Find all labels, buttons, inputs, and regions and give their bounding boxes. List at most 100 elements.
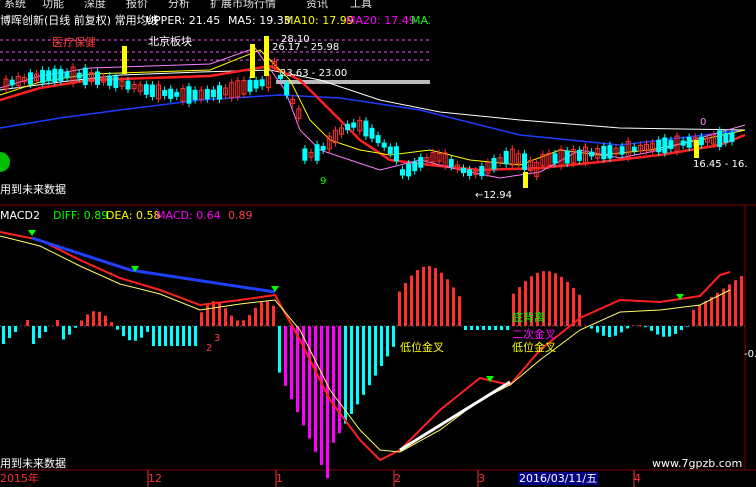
macd-bar — [608, 326, 611, 337]
candle-body — [656, 139, 662, 153]
macd-bar — [494, 326, 497, 330]
macd-bar — [236, 320, 239, 326]
candle-body — [351, 122, 357, 128]
macd-bar — [590, 326, 593, 329]
candle-body — [412, 161, 418, 172]
candle-body — [46, 70, 52, 82]
macd-bar — [242, 320, 245, 326]
candle-body — [418, 156, 424, 168]
candle-body — [607, 145, 613, 159]
left-indicator-circle — [0, 152, 10, 172]
candle-body — [27, 72, 33, 85]
macd-bar — [152, 326, 155, 346]
axis-cursor-date[interactable]: 2016/03/11/五 — [518, 472, 599, 485]
macd-bar — [686, 326, 689, 327]
signal-bottom-divergence: 底背离 — [512, 311, 545, 324]
macd-bar — [386, 326, 389, 357]
candle-body — [302, 148, 308, 161]
macd-bar — [170, 326, 173, 346]
macd-right-axis: -0. — [744, 349, 756, 360]
signal-low-golden-cross-1: 低位金叉 — [400, 341, 444, 354]
candle-body — [345, 123, 351, 131]
candle-body — [668, 140, 674, 149]
candle-body — [363, 120, 369, 137]
macd-bar — [284, 326, 287, 386]
macd-bar — [98, 311, 101, 326]
macd-bar — [194, 326, 197, 346]
macd-bar — [680, 326, 683, 331]
bottom-divergence-line — [399, 380, 511, 452]
axis-label-4: 4 — [634, 472, 641, 485]
candle-body — [284, 83, 290, 96]
sector-label-beijing: 北京板块 — [148, 35, 192, 48]
macd-bar — [740, 276, 743, 326]
chart-canvas — [0, 36, 756, 487]
macd-bar — [398, 291, 401, 326]
future-data-watermark-bottom: 用到未来数据 — [0, 457, 66, 470]
macd-bar — [32, 326, 35, 344]
candle-body — [125, 80, 131, 90]
macd-bar — [410, 275, 413, 326]
macd-bar — [8, 326, 11, 338]
macd-bar — [380, 326, 383, 366]
candle-body — [503, 150, 509, 165]
candle-body — [168, 88, 174, 99]
candle-body — [589, 151, 595, 157]
signal-arrow — [28, 230, 36, 236]
candle-body — [143, 84, 149, 95]
macd-bar — [302, 326, 305, 426]
candle-body — [393, 146, 399, 162]
macd-number-2: 2 — [206, 343, 213, 354]
macd-bar — [716, 292, 719, 326]
macd-bar — [74, 326, 77, 328]
candle-body — [467, 169, 473, 176]
macd-bar — [614, 326, 617, 336]
macd-bar — [230, 315, 233, 326]
macd-bar — [560, 276, 563, 326]
macd-bar — [62, 326, 65, 340]
price-label-right: 16.45 - 16. — [693, 159, 748, 170]
sector-label-medical: 医疗保健 — [52, 36, 96, 49]
macd-bar — [416, 269, 419, 326]
candle-body — [82, 67, 88, 85]
macd-bar — [578, 294, 581, 326]
macd-bar — [698, 305, 701, 326]
macd-bar — [572, 288, 575, 326]
macd-bar — [554, 273, 557, 326]
candle-body — [631, 146, 637, 152]
candle-body — [247, 79, 253, 92]
candle-body — [387, 146, 393, 154]
macd-bar — [470, 326, 473, 330]
macd-bar — [350, 326, 353, 414]
candle-body — [564, 150, 570, 164]
macd-bar — [488, 326, 491, 330]
candle-body — [406, 163, 412, 177]
macd-bar — [44, 326, 47, 332]
macd-bar — [248, 315, 251, 326]
macd-bar — [362, 326, 365, 395]
candle-body — [686, 136, 692, 148]
macd-bar — [566, 281, 569, 326]
price-label-level2: 23.63 - 23.00 — [280, 68, 348, 79]
macd-bar — [548, 271, 551, 326]
axis-label-1: 1 — [276, 472, 283, 485]
candle-body — [149, 84, 155, 98]
candle-body — [662, 137, 668, 154]
macd-bar — [650, 326, 653, 331]
macd-bar — [374, 326, 377, 376]
macd-bar — [92, 311, 95, 326]
highlight-candle — [122, 46, 127, 74]
macd-bar — [272, 305, 275, 326]
macd-bar — [266, 301, 269, 326]
macd-bar — [656, 326, 659, 335]
macd-bar — [596, 326, 599, 333]
signal-second-golden-cross: 二次金叉 — [512, 328, 556, 341]
candle-body — [461, 167, 466, 174]
macd-bar — [308, 326, 311, 439]
macd-bar — [434, 268, 437, 326]
candle-body — [320, 146, 326, 151]
divergence-line-2 — [129, 268, 276, 294]
highlight-candle — [694, 140, 699, 158]
candle-body — [64, 71, 70, 79]
candle-body — [698, 136, 704, 146]
